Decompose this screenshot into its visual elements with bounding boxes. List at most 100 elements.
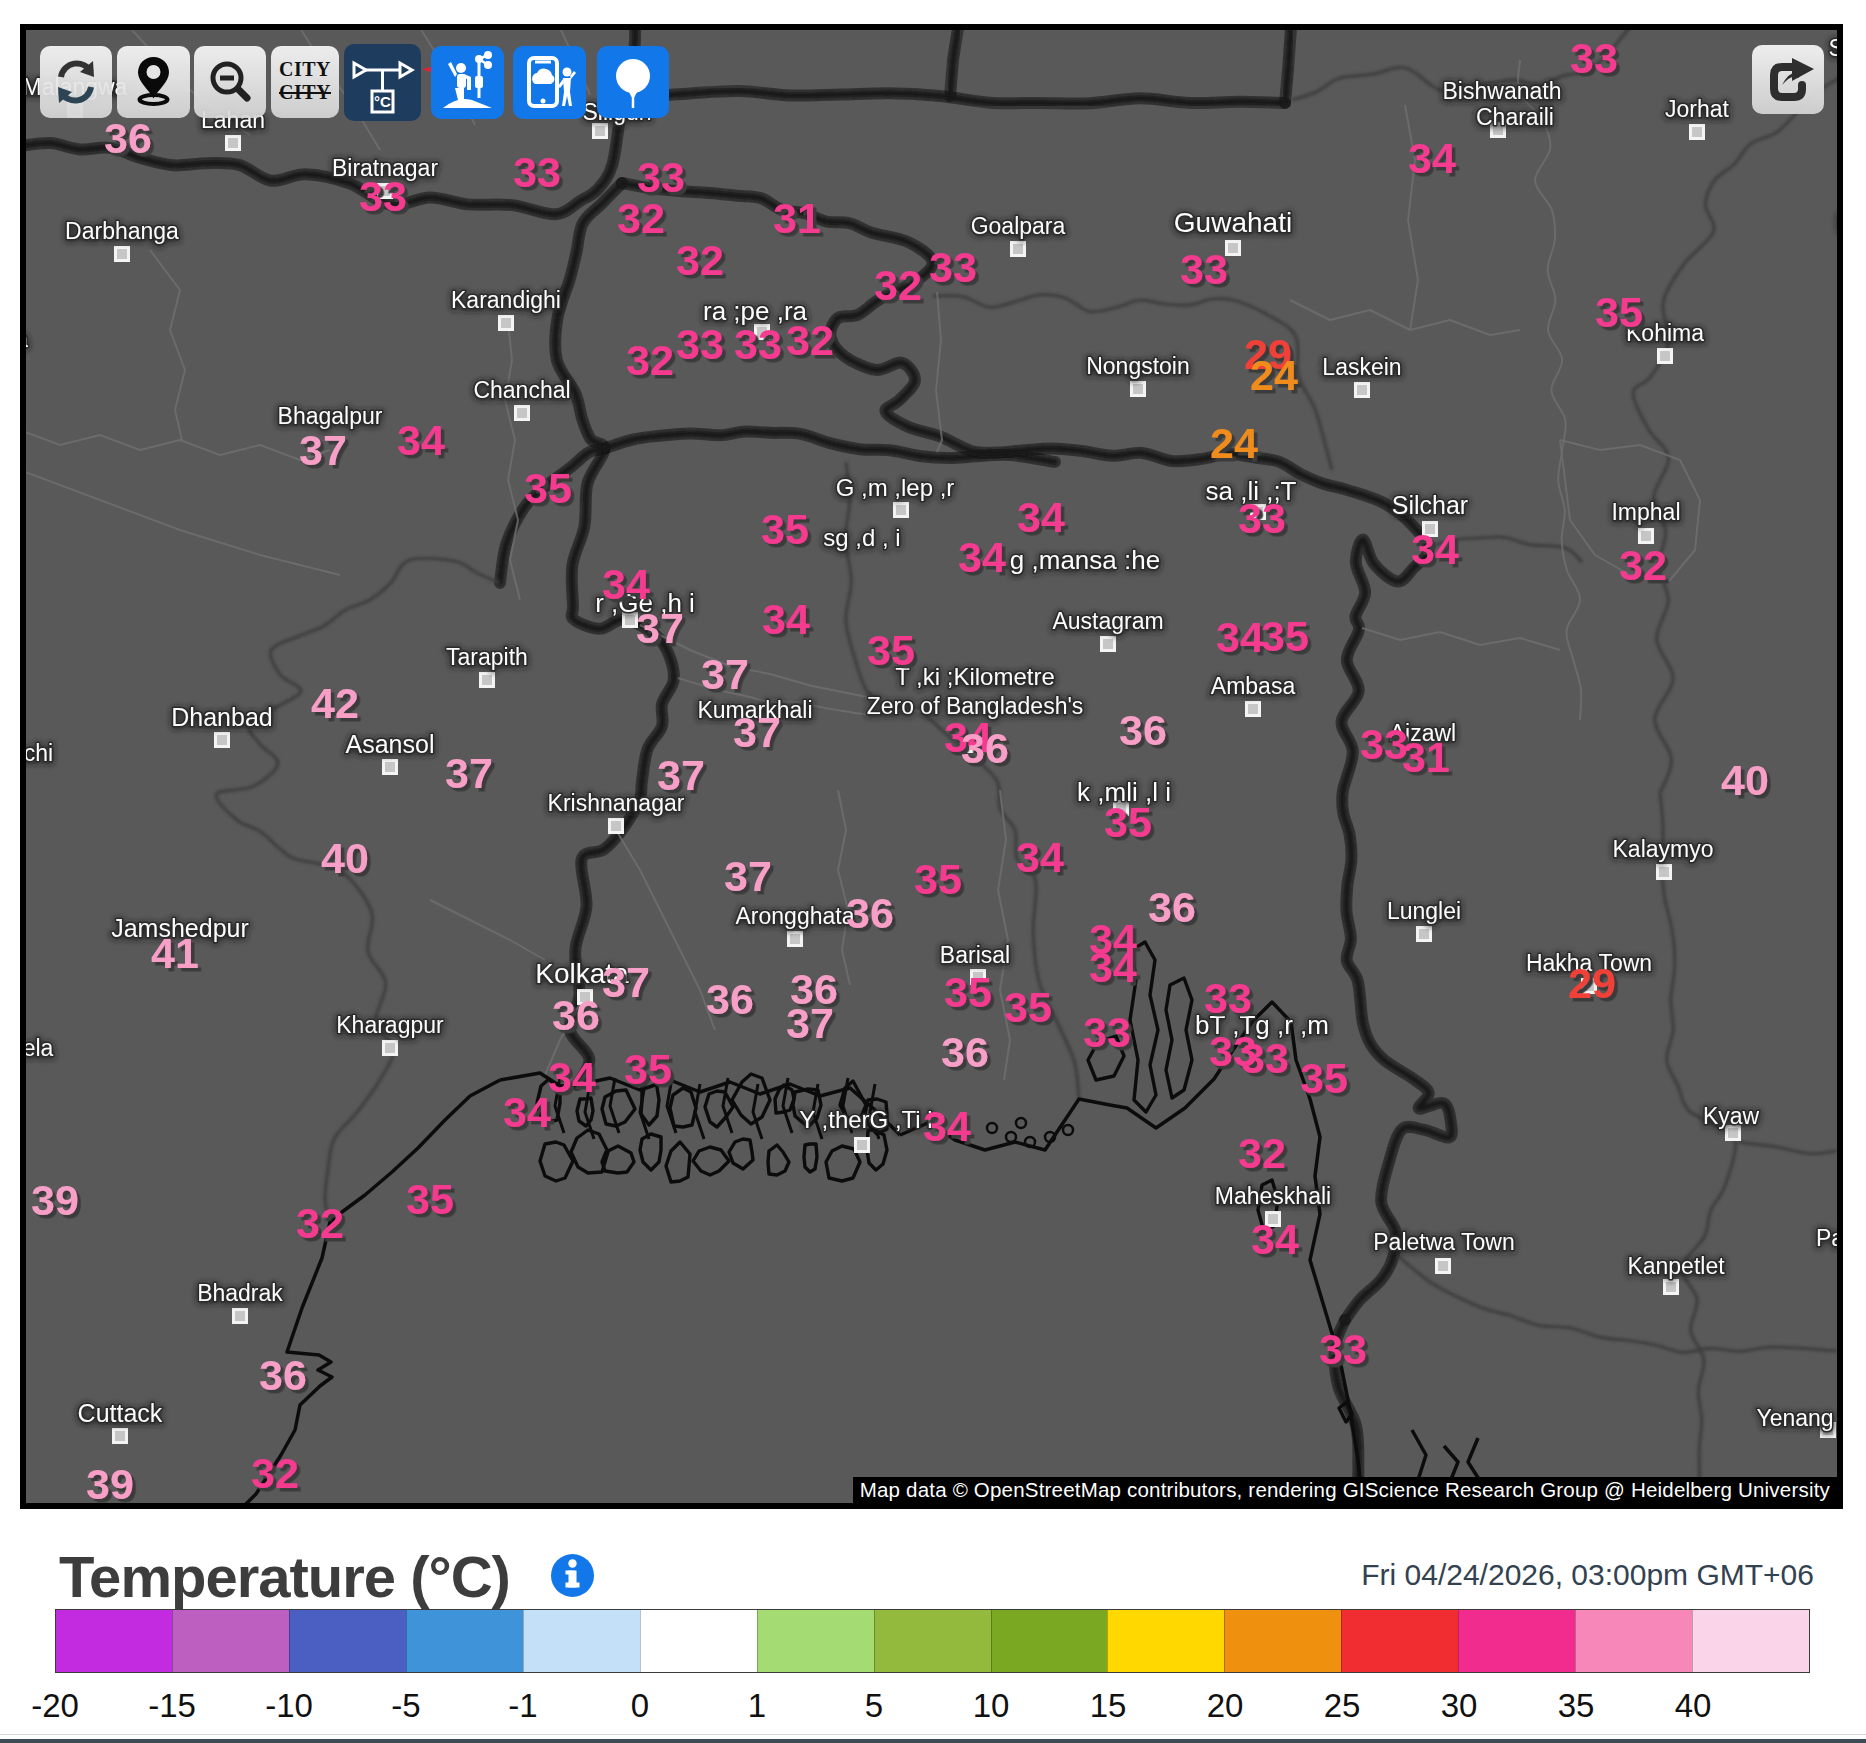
svg-text:32: 32 (874, 261, 922, 309)
svg-text:Arongghata: Arongghata (736, 903, 855, 929)
svg-text:34: 34 (397, 416, 445, 464)
svg-text:37: 37 (724, 852, 772, 900)
svg-text:Y ,therG ,Ti i: Y ,therG ,Ti i (799, 1106, 932, 1133)
svg-text:Goalpara: Goalpara (971, 213, 1066, 239)
svg-text:40: 40 (1721, 756, 1769, 804)
svg-text:Pa: Pa (1816, 1225, 1837, 1251)
svg-text:Laskein: Laskein (1322, 354, 1401, 380)
svg-text:34: 34 (1216, 613, 1264, 661)
svg-text:nchi: nchi (26, 740, 53, 766)
svg-text:36: 36 (104, 114, 152, 162)
svg-text:32: 32 (296, 1199, 344, 1247)
svg-text:Asansol: Asansol (346, 730, 435, 758)
svg-text:33: 33 (1180, 245, 1228, 293)
svg-text:33: 33 (929, 243, 977, 291)
svg-text:33: 33 (1241, 1034, 1289, 1082)
svg-text:35: 35 (761, 505, 809, 553)
svg-text:Kyaw: Kyaw (1703, 1103, 1760, 1129)
svg-text:35: 35 (406, 1175, 454, 1223)
svg-text:sg ,d , i: sg ,d , i (823, 524, 900, 551)
svg-text:32: 32 (626, 336, 674, 384)
svg-text:Paletwa Town: Paletwa Town (1373, 1229, 1515, 1255)
svg-text:29: 29 (1568, 959, 1616, 1007)
svg-text:Dhanbad: Dhanbad (171, 703, 272, 731)
svg-text:36: 36 (961, 724, 1009, 772)
svg-text:35: 35 (1004, 983, 1052, 1031)
svg-text:°C: °C (374, 93, 391, 110)
svg-text:Nongstoin: Nongstoin (1086, 353, 1190, 379)
svg-text:Yenang: Yenang (1756, 1405, 1833, 1431)
svg-text:32: 32 (676, 236, 724, 284)
svg-text:36: 36 (259, 1351, 307, 1399)
svg-text:37: 37 (733, 708, 781, 756)
svg-text:36: 36 (706, 975, 754, 1023)
svg-text:Austagram: Austagram (1052, 608, 1163, 634)
svg-text:33: 33 (1083, 1008, 1131, 1056)
svg-text:24: 24 (1250, 351, 1298, 399)
svg-text:T ,ki ;Kilometre: T ,ki ;Kilometre (895, 663, 1055, 690)
svg-text:34: 34 (1408, 134, 1456, 182)
svg-text:Jorhat: Jorhat (1665, 96, 1730, 122)
svg-text:34: 34 (1017, 493, 1065, 541)
svg-text:36: 36 (941, 1028, 989, 1076)
svg-text:39: 39 (31, 1176, 79, 1224)
svg-text:35: 35 (1300, 1054, 1348, 1102)
svg-text:32: 32 (786, 316, 834, 364)
svg-text:35: 35 (914, 855, 962, 903)
svg-text:37: 37 (299, 426, 347, 474)
svg-text:Kanpetlet: Kanpetlet (1627, 1253, 1725, 1279)
svg-text:36: 36 (846, 889, 894, 937)
svg-text:Lunglei: Lunglei (1387, 898, 1461, 924)
svg-text:33: 33 (513, 148, 561, 196)
svg-text:Sib: Sib (1828, 35, 1837, 61)
svg-text:32: 32 (1238, 1129, 1286, 1177)
svg-text:37: 37 (602, 958, 650, 1006)
svg-text:ela: ela (26, 1035, 54, 1061)
svg-text:35: 35 (944, 968, 992, 1016)
svg-text:tna: tna (26, 326, 28, 352)
svg-text:34: 34 (923, 1102, 971, 1150)
svg-text:40: 40 (321, 834, 369, 882)
svg-text:36: 36 (1148, 883, 1196, 931)
svg-text:37: 37 (786, 999, 834, 1047)
svg-text:37: 37 (701, 650, 749, 698)
svg-text:35: 35 (867, 626, 915, 674)
svg-text:35: 35 (1104, 798, 1152, 846)
svg-text:Cuttack: Cuttack (78, 1399, 163, 1427)
svg-text:33: 33 (1360, 720, 1408, 768)
svg-text:31: 31 (773, 194, 821, 242)
svg-text:Charaili: Charaili (1476, 104, 1554, 130)
svg-text:34: 34 (503, 1088, 551, 1136)
svg-text:34: 34 (548, 1053, 596, 1101)
svg-text:34: 34 (958, 533, 1006, 581)
svg-text:Imphal: Imphal (1611, 499, 1680, 525)
svg-text:Guwahati: Guwahati (1174, 207, 1292, 238)
svg-text:Kharagpur: Kharagpur (336, 1012, 444, 1038)
svg-text:Tarapith: Tarapith (446, 644, 528, 670)
svg-text:Silchar: Silchar (1392, 491, 1468, 519)
svg-text:Karandighi: Karandighi (451, 287, 561, 313)
svg-text:Chanchal: Chanchal (473, 377, 570, 403)
svg-text:33: 33 (1319, 1325, 1367, 1373)
svg-text:34: 34 (1089, 943, 1137, 991)
svg-text:39: 39 (86, 1460, 134, 1503)
svg-text:37: 37 (657, 751, 705, 799)
svg-text:32: 32 (617, 194, 665, 242)
svg-text:Kalaymyo: Kalaymyo (1613, 836, 1714, 862)
svg-text:36: 36 (1119, 706, 1167, 754)
svg-text:Maheskhali: Maheskhali (1215, 1183, 1331, 1209)
svg-text:33: 33 (1204, 974, 1252, 1022)
svg-text:41: 41 (151, 929, 199, 977)
svg-text:24: 24 (1210, 419, 1258, 467)
svg-text:Darbhanga: Darbhanga (65, 218, 179, 244)
svg-text:Barisal: Barisal (940, 942, 1010, 968)
svg-text:Ambasa: Ambasa (1211, 673, 1296, 699)
svg-text:31: 31 (1402, 733, 1450, 781)
svg-text:Bishwanath: Bishwanath (1443, 78, 1562, 104)
svg-text:34: 34 (1411, 525, 1459, 573)
svg-text:g ,mansa :he: g ,mansa :he (1010, 545, 1160, 575)
svg-text:35: 35 (1261, 612, 1309, 660)
svg-text:Bhadrak: Bhadrak (197, 1280, 283, 1306)
svg-text:37: 37 (445, 749, 493, 797)
svg-text:32: 32 (1619, 541, 1667, 589)
